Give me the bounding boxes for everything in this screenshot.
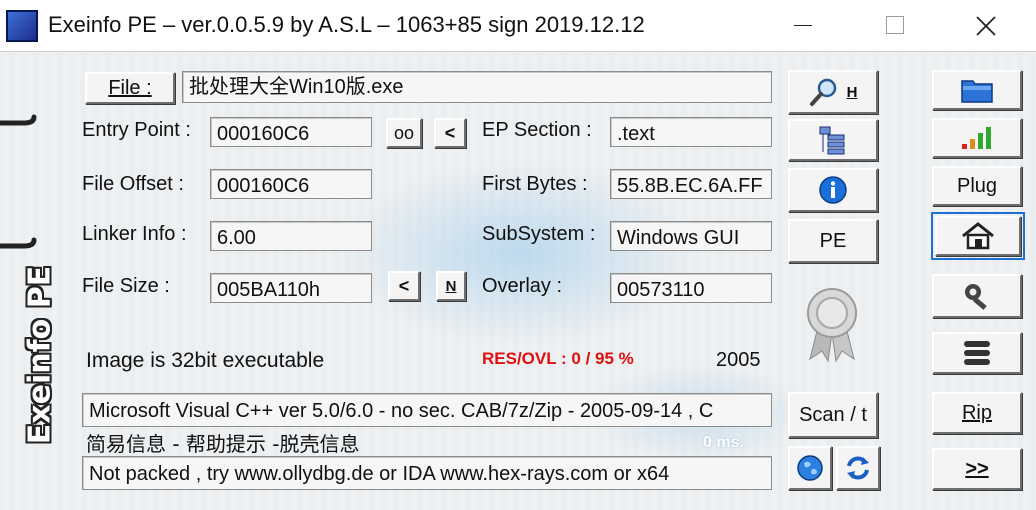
refresh-button[interactable] bbox=[836, 446, 880, 490]
entry-point-field[interactable]: 000160C6 bbox=[210, 117, 372, 147]
app-icon bbox=[6, 10, 38, 42]
brand-logo: Exeinfo PE bbox=[14, 265, 66, 445]
compiler-year: 2005 bbox=[716, 349, 761, 371]
home-icon bbox=[962, 222, 994, 250]
file-button-label: File : bbox=[108, 76, 152, 99]
first-bytes-label: First Bytes : bbox=[482, 173, 588, 195]
entry-point-label: Entry Point : bbox=[82, 119, 191, 141]
sections-list-icon bbox=[819, 126, 845, 155]
subsystem-label: SubSystem : bbox=[482, 223, 596, 245]
first-bytes-field[interactable]: 55.8B.EC.6A.FF bbox=[610, 169, 772, 199]
entry-prev-button[interactable]: < bbox=[434, 118, 466, 148]
next-label: >> bbox=[965, 457, 989, 480]
stack-icon bbox=[964, 341, 990, 365]
minimize-button[interactable] bbox=[756, 0, 848, 52]
scan-button[interactable]: Scan / t bbox=[788, 392, 878, 438]
linker-info-label: Linker Info : bbox=[82, 223, 187, 245]
res-ovl-status: RES/OVL : 0 / 95 % bbox=[482, 349, 634, 368]
rip-label: Rip bbox=[961, 401, 992, 424]
wrench-icon bbox=[965, 284, 987, 310]
web-button[interactable] bbox=[788, 446, 832, 490]
file-path-field[interactable]: 批处理大全Win10版.exe bbox=[182, 71, 772, 103]
file-open-button[interactable]: File : bbox=[85, 72, 175, 104]
linker-info-field[interactable]: 6.00 bbox=[210, 221, 372, 251]
info-icon bbox=[819, 176, 847, 204]
binder-hook-icon bbox=[0, 114, 37, 126]
scan-timer: 0 ms. bbox=[703, 434, 744, 451]
menu-button[interactable] bbox=[932, 332, 1022, 374]
magnifier-icon bbox=[809, 78, 836, 106]
detection-result-field[interactable]: Microsoft Visual C++ ver 5.0/6.0 - no se… bbox=[82, 393, 772, 427]
advice-field[interactable]: Not packed , try www.ollydbg.de or IDA w… bbox=[82, 456, 772, 490]
overlay-label: Overlay : bbox=[482, 275, 563, 297]
ep-section-field[interactable]: .text bbox=[610, 117, 772, 147]
ep-section-label: EP Section : bbox=[482, 119, 592, 141]
maximize-button[interactable] bbox=[848, 0, 940, 52]
home-button[interactable] bbox=[931, 212, 1025, 260]
file-size-field[interactable]: 005BA110h bbox=[210, 273, 372, 303]
plug-button[interactable]: Plug bbox=[932, 166, 1022, 206]
window-title: Exeinfo PE – ver.0.0.5.9 by A.S.L – 1063… bbox=[48, 12, 645, 37]
subsystem-field[interactable]: Windows GUI bbox=[610, 221, 772, 251]
binder-hook-icon bbox=[0, 237, 37, 249]
title-bar: Exeinfo PE – ver.0.0.5.9 by A.S.L – 1063… bbox=[0, 0, 1036, 52]
file-size-label: File Size : bbox=[82, 275, 170, 297]
size-prev-button[interactable]: < bbox=[388, 271, 420, 301]
file-offset-field[interactable]: 000160C6 bbox=[210, 169, 372, 199]
pe-button[interactable]: PE bbox=[788, 219, 878, 263]
rip-button[interactable]: Rip bbox=[932, 392, 1022, 434]
tools-button[interactable] bbox=[932, 274, 1022, 318]
info-button[interactable] bbox=[788, 168, 878, 212]
refresh-icon bbox=[847, 456, 869, 480]
size-n-label: N bbox=[445, 277, 457, 295]
globe-icon bbox=[797, 455, 823, 481]
stats-button[interactable] bbox=[932, 118, 1022, 158]
oo-button[interactable]: oo bbox=[386, 118, 422, 148]
folder-icon bbox=[961, 80, 993, 103]
image-info-text: Image is 32bit executable bbox=[86, 349, 325, 372]
close-button[interactable] bbox=[940, 0, 1032, 52]
cn-hint-text: 简易信息 - 帮助提示 -脱壳信息 bbox=[86, 432, 360, 456]
size-n-button[interactable]: N bbox=[436, 271, 466, 301]
award-seal-icon bbox=[807, 288, 857, 363]
open-file-button[interactable] bbox=[932, 70, 1022, 110]
search-button[interactable]: H bbox=[788, 70, 878, 114]
signal-bars-icon bbox=[962, 127, 991, 149]
close-icon bbox=[976, 16, 996, 36]
sections-button[interactable] bbox=[788, 119, 878, 161]
search-h-label: H bbox=[846, 83, 858, 101]
brand-text: Exeinfo PE bbox=[22, 265, 58, 445]
next-button[interactable]: >> bbox=[932, 448, 1022, 490]
overlay-field[interactable]: 00573110 bbox=[610, 273, 772, 303]
file-offset-label: File Offset : bbox=[82, 173, 184, 195]
